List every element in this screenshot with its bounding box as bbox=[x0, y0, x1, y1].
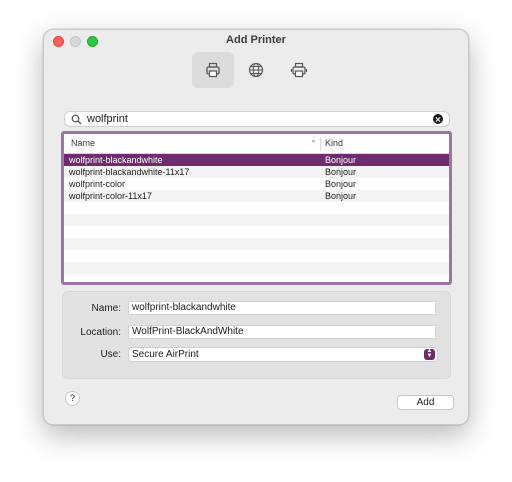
printer-icon bbox=[206, 62, 220, 78]
name-field[interactable]: wolfprint-blackandwhite bbox=[128, 301, 436, 315]
window-title: Add Printer bbox=[226, 34, 286, 46]
printer-kind-cell: Bonjour bbox=[325, 191, 357, 201]
windows-printers-tab[interactable] bbox=[278, 52, 320, 88]
table-body: wolfprint-blackandwhite Bonjour wolfprin… bbox=[64, 154, 449, 282]
printer-list-table[interactable]: Name ⌃ Kind wolfprint-blackandwhite Bonj… bbox=[61, 131, 452, 285]
column-header-name[interactable]: Name bbox=[71, 138, 95, 148]
table-row[interactable]: wolfprint-color-11x17 Bonjour bbox=[64, 190, 449, 202]
clear-search-icon[interactable] bbox=[433, 114, 443, 124]
name-label: Name: bbox=[91, 303, 121, 314]
empty-row bbox=[64, 250, 449, 262]
table-row[interactable]: wolfprint-blackandwhite Bonjour bbox=[64, 154, 449, 166]
printer-kind-cell: Bonjour bbox=[325, 155, 357, 165]
table-row[interactable]: wolfprint-color Bonjour bbox=[64, 178, 449, 190]
printer-windows-icon bbox=[291, 62, 307, 78]
table-header: Name ⌃ Kind bbox=[64, 134, 449, 154]
empty-row bbox=[64, 226, 449, 238]
printer-kind-cell: Bonjour bbox=[325, 179, 357, 189]
search-input[interactable] bbox=[87, 112, 427, 126]
location-field[interactable]: WolfPrint-BlackAndWhite bbox=[128, 325, 436, 339]
use-select-value: Secure AirPrint bbox=[132, 349, 199, 360]
column-header-kind[interactable]: Kind bbox=[325, 138, 343, 148]
empty-row bbox=[64, 274, 449, 282]
add-printer-window: Add Printer wolfprint Name ⌃ Kind wolfpr… bbox=[43, 29, 469, 425]
printer-name-cell: wolfprint-color bbox=[69, 179, 126, 189]
search-field[interactable] bbox=[64, 111, 450, 127]
column-divider bbox=[320, 137, 321, 151]
search-icon bbox=[71, 114, 82, 125]
empty-row bbox=[64, 202, 449, 214]
printer-name-cell: wolfprint-color-11x17 bbox=[69, 191, 152, 201]
table-row[interactable]: wolfprint-blackandwhite-11x17 Bonjour bbox=[64, 166, 449, 178]
empty-row bbox=[64, 214, 449, 226]
use-label: Use: bbox=[100, 349, 121, 360]
empty-row bbox=[64, 238, 449, 250]
globe-icon bbox=[248, 62, 264, 78]
printer-kind-cell: Bonjour bbox=[325, 167, 357, 177]
empty-row bbox=[64, 262, 449, 274]
help-button[interactable]: ? bbox=[65, 391, 80, 406]
ip-printers-tab[interactable] bbox=[235, 52, 277, 88]
location-label: Location: bbox=[80, 327, 121, 338]
sort-ascending-icon: ⌃ bbox=[310, 139, 317, 148]
printer-name-cell: wolfprint-blackandwhite-11x17 bbox=[69, 167, 190, 177]
chevron-updown-icon: ▲ ▼ bbox=[424, 348, 435, 360]
toolbar bbox=[44, 52, 468, 88]
use-select[interactable]: Secure AirPrint ▲ ▼ bbox=[128, 347, 438, 362]
add-button[interactable]: Add bbox=[397, 395, 454, 410]
printer-details-panel: Name: wolfprint-blackandwhite Location: … bbox=[62, 291, 451, 379]
default-printers-tab[interactable] bbox=[192, 52, 234, 88]
printer-name-cell: wolfprint-blackandwhite bbox=[69, 155, 163, 165]
